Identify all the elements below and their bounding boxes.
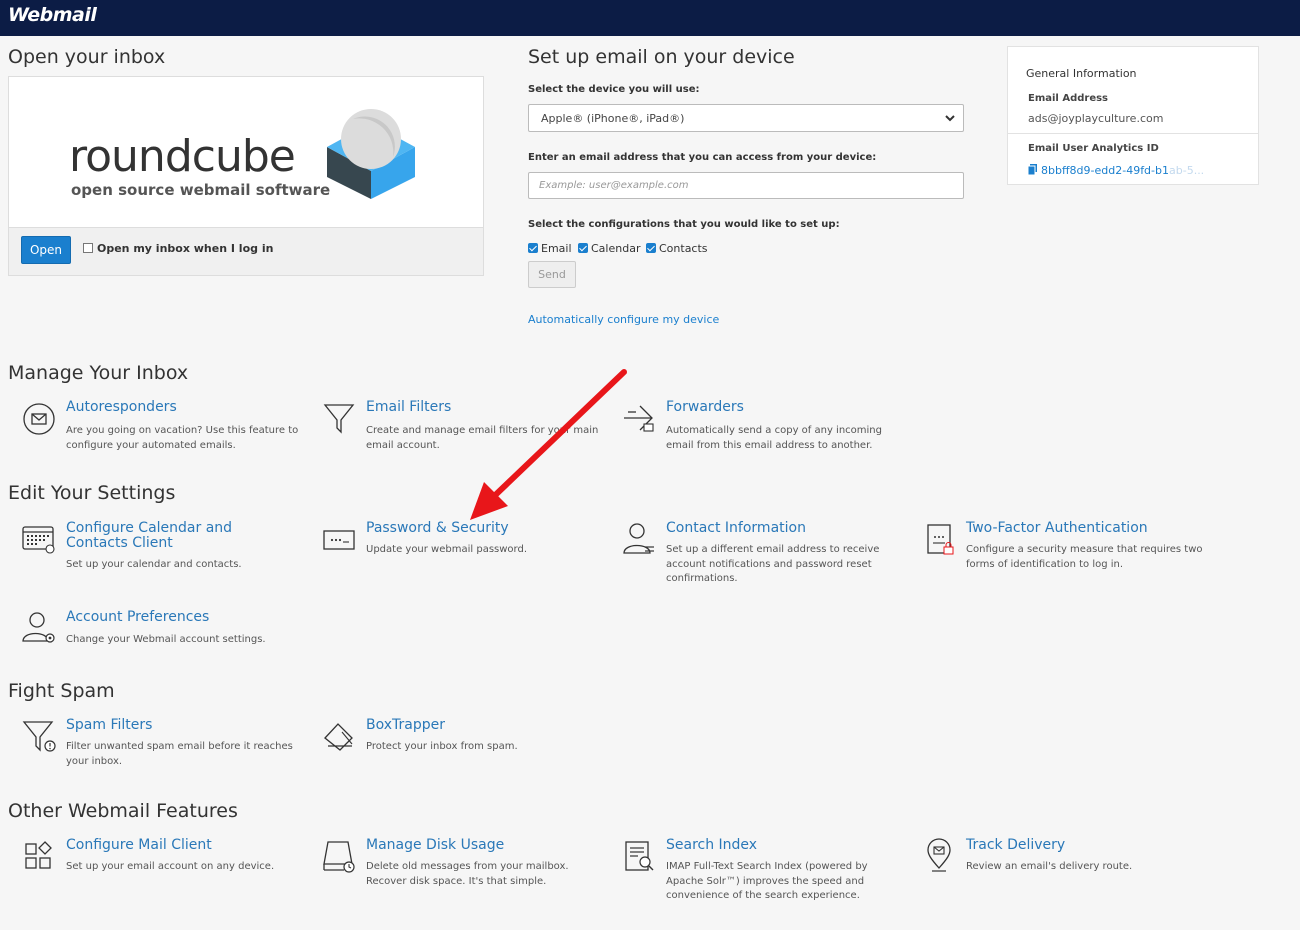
device-email-input[interactable]: Example: user@example.com [528,172,964,199]
track-delivery-desc: Review an email's delivery route. [966,861,1133,872]
other-features-heading: Other Webmail Features [8,800,238,822]
email-filters-link[interactable]: Email Filters [366,400,451,415]
analytics-id-key: Email User Analytics ID [1028,143,1159,154]
password-icon [323,530,355,550]
email-address-key: Email Address [1028,93,1109,104]
password-security-desc: Update your webmail password. [366,544,527,555]
email-checkbox-label[interactable]: Email [541,242,572,255]
filter-icon [323,404,355,434]
divider [1008,133,1258,134]
two-factor-desc: Configure a security measure that requir… [966,544,1203,570]
fight-spam-heading: Fight Spam [8,680,115,702]
contact-icon [623,523,654,554]
edit-settings-heading: Edit Your Settings [8,482,176,504]
roundcube-tagline: open source webmail software [71,181,331,199]
mail-client-icon [25,841,52,869]
forwarders-link[interactable]: Forwarders [666,400,744,415]
boxtrapper-link[interactable]: BoxTrapper [366,718,445,733]
chevron-down-icon [945,115,955,122]
autoresponders-desc: Are you going on vacation? Use this feat… [66,425,299,451]
disk-usage-icon [323,841,355,873]
two-factor-link[interactable]: Two-Factor Authentication [966,521,1148,536]
search-index-icon [625,841,654,871]
device-setup-heading: Set up email on your device [528,46,795,68]
calendar-checkbox-label[interactable]: Calendar [591,242,640,255]
config-label: Select the configurations that you would… [528,219,840,230]
calendar-checkbox[interactable] [578,243,588,253]
search-index-desc: IMAP Full-Text Search Index (powered by … [666,861,868,901]
analytics-id-text: 8bbff8d9-edd2-49fd-b1 [1041,164,1169,177]
spam-filters-link[interactable]: Spam Filters [66,718,152,733]
roundcube-card: roundcube open source webmail software O… [8,76,484,276]
inbox-actions: Open Open my inbox when I log in [9,227,483,275]
roundcube-cube-icon [327,109,415,199]
send-button[interactable]: Send [528,261,576,288]
account-prefs-link[interactable]: Account Preferences [66,610,209,625]
general-info-panel: General Information Email Address ads@jo… [1007,46,1259,185]
auto-open-checkbox[interactable] [83,243,93,253]
map-pin-icon [927,838,951,872]
spam-filters-desc: Filter unwanted spam email before it rea… [66,741,293,767]
autoresponders-link[interactable]: Autoresponders [66,400,177,415]
mail-client-desc: Set up your email account on any device. [66,861,275,872]
contacts-checkbox-label[interactable]: Contacts [659,242,708,255]
two-factor-icon [927,524,954,555]
device-select-label: Select the device you will use: [528,84,700,95]
password-security-link[interactable]: Password & Security [366,521,509,536]
calendar-icon [22,526,55,554]
general-info-title: General Information [1026,67,1137,80]
account-prefs-icon [22,612,55,643]
calendar-contacts-link[interactable]: Configure Calendar and Contacts Client [66,521,256,551]
analytics-id-value[interactable]: 8bbff8d9-edd2-49fd-b1ab-5... [1041,164,1204,177]
forwarders-desc: Automatically send a copy of any incomin… [666,425,882,451]
auto-configure-link[interactable]: Automatically configure my device [528,313,719,326]
copy-icon[interactable] [1028,164,1037,175]
email-checkbox[interactable] [528,243,538,253]
boxtrapper-icon [324,723,353,751]
manage-inbox-heading: Manage Your Inbox [8,362,189,384]
roundcube-logo: roundcube open source webmail software [9,77,483,227]
contacts-checkbox[interactable] [646,243,656,253]
calendar-contacts-desc: Set up your calendar and contacts. [66,559,242,570]
search-index-link[interactable]: Search Index [666,838,757,853]
mail-client-link[interactable]: Configure Mail Client [66,838,212,853]
contact-info-link[interactable]: Contact Information [666,521,806,536]
top-bar: Webmail [0,0,1300,36]
open-inbox-button[interactable]: Open [21,236,71,264]
disk-usage-link[interactable]: Manage Disk Usage [366,838,504,853]
email-address-value: ads@joyplayculture.com [1028,112,1164,125]
device-select-value: Apple® (iPhone®, iPad®) [541,112,685,125]
track-delivery-link[interactable]: Track Delivery [966,838,1065,853]
account-prefs-desc: Change your Webmail account settings. [66,634,266,645]
autoresponder-icon [23,403,55,435]
webmail-logo[interactable]: Webmail [8,4,97,26]
auto-open-label[interactable]: Open my inbox when I log in [97,242,273,255]
boxtrapper-desc: Protect your inbox from spam. [366,741,518,752]
contact-info-desc: Set up a different email address to rece… [666,544,880,584]
analytics-id-faded: ab-5... [1169,164,1205,177]
roundcube-wordmark: roundcube [69,131,296,182]
disk-usage-desc: Delete old messages from your mailbox. R… [366,861,569,887]
email-input-label: Enter an email address that you can acce… [528,152,877,163]
spam-filter-icon [22,721,56,752]
open-inbox-heading: Open your inbox [8,46,166,68]
device-select[interactable]: Apple® (iPhone®, iPad®) [528,104,964,132]
red-arrow-annotation [470,369,627,520]
